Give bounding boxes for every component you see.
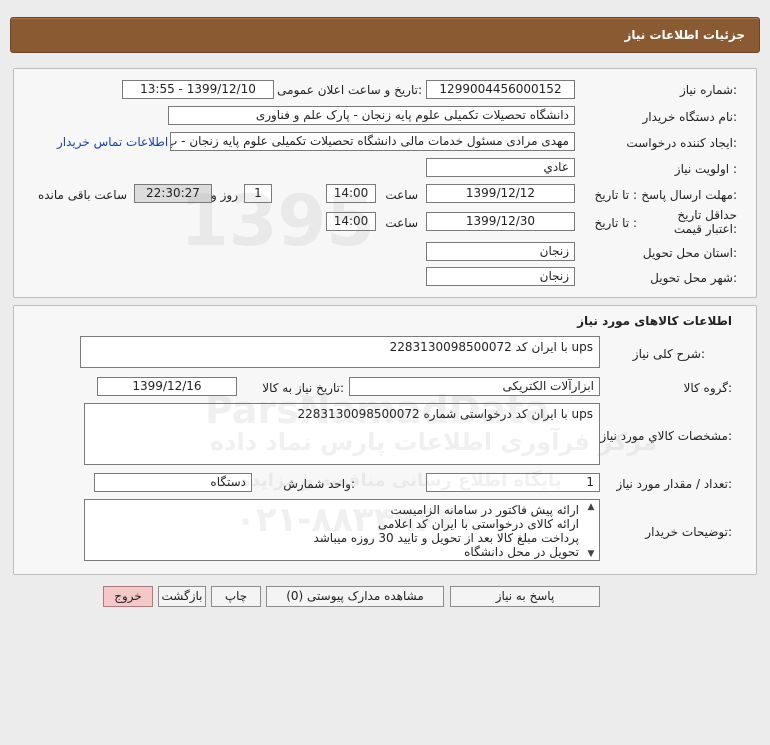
notes-label: توضیحات خریدار:	[645, 525, 732, 539]
validity-date-field: 1399/12/30	[426, 212, 575, 231]
notes-field: ارائه پیش فاکتور در سامانه الزامیست ارائ…	[84, 499, 600, 561]
unit-label: واحد شمارش:	[283, 477, 355, 491]
specs-field: ups با ایران کد درخواستی شماره 228313009…	[84, 403, 600, 465]
page-title: جزئیات اطلاعات نیاز	[624, 28, 745, 42]
page-header: جزئیات اطلاعات نیاز	[10, 17, 760, 53]
announce-field: 1399/12/10 - 13:55	[122, 80, 274, 99]
priority-field: عادي	[426, 158, 575, 177]
notes-line: ارائه پیش فاکتور در سامانه الزامیست	[390, 503, 579, 517]
remaining-time-field: 22:30:27	[134, 184, 212, 203]
deadline-label: مهلت ارسال پاسخ:	[641, 188, 737, 202]
creator-label: ایجاد کننده درخواست:	[626, 136, 737, 150]
buyer-label: نام دستگاه خریدار:	[642, 110, 738, 124]
summary-field: ups با ایران کد 2283130098500072	[80, 336, 600, 368]
validity-time-field: 14:00	[326, 212, 376, 231]
unit-field: دستگاه	[94, 473, 252, 492]
summary-label: شرح کلی نیاز:	[632, 347, 705, 361]
deadline-time-label: ساعت	[385, 188, 418, 202]
remaining-time-label: ساعت باقی مانده	[37, 188, 127, 202]
need-number-label: شماره نیاز:	[679, 83, 737, 97]
validity-to-date-label: تا تاریخ :	[594, 216, 637, 230]
exit-button[interactable]: خروج	[103, 586, 153, 607]
reply-button[interactable]: پاسخ به نیاز	[450, 586, 600, 607]
need-date-field: 1399/12/16	[97, 377, 237, 396]
validity-label: حداقل تاریخ اعتبار قیمت:	[673, 208, 737, 236]
validity-time-label: ساعت	[385, 216, 418, 230]
deadline-date-field: 1399/12/12	[426, 184, 575, 203]
print-button[interactable]: چاپ	[211, 586, 261, 607]
back-button[interactable]: بازگشت	[158, 586, 206, 607]
days-label: روز و	[211, 188, 238, 202]
scroll-down-icon[interactable]: ▼	[584, 550, 598, 559]
goods-section-title: اطلاعات کالاهای مورد نیاز	[577, 314, 732, 328]
city-field: زنجان	[426, 267, 575, 286]
creator-field: مهدی مرادی مسئول خدمات مالی دانشگاه تحصی…	[170, 132, 575, 151]
need-number-field: 1299004456000152	[426, 80, 575, 99]
buyer-contact-link[interactable]: اطلاعات تماس خریدار	[57, 135, 168, 149]
deadline-to-date-label: تا تاریخ :	[594, 188, 637, 202]
notes-line: پرداخت مبلغ کالا بعد از تحویل و تایید 30…	[313, 531, 579, 545]
priority-label: اولویت نیاز :	[674, 162, 737, 176]
specs-label: مشخصات کالاي مورد نیاز:	[600, 429, 732, 443]
deadline-time-field: 14:00	[326, 184, 376, 203]
need-date-label: تاریخ نیاز به کالا:	[262, 381, 344, 395]
qty-label: تعداد / مقدار مورد نیاز:	[616, 477, 732, 491]
city-label: شهر محل تحویل:	[650, 271, 737, 285]
announce-label: تاریخ و ساعت اعلان عمومی:	[277, 83, 422, 97]
days-remaining-field: 1	[244, 184, 272, 203]
group-label: گروه کالا:	[683, 381, 733, 395]
province-label: استان محل تحویل:	[642, 246, 737, 260]
group-field: ابزارآلات الکتریکی	[349, 377, 600, 396]
notes-scrollbar[interactable]: ▲ ▼	[584, 501, 598, 559]
province-field: زنجان	[426, 242, 575, 261]
need-info-panel	[13, 68, 757, 298]
qty-field: 1	[426, 473, 600, 492]
notes-line: ارائه کالای درخواستی با ایران کد اعلامی	[377, 517, 579, 531]
scroll-up-icon[interactable]: ▲	[584, 503, 598, 512]
buyer-field: دانشگاه تحصیلات تکمیلی علوم پایه زنجان -…	[168, 106, 575, 125]
notes-line: تحویل در محل دانشگاه	[464, 545, 579, 559]
attachments-button[interactable]: مشاهده مدارک پیوستی (0)	[266, 586, 444, 607]
